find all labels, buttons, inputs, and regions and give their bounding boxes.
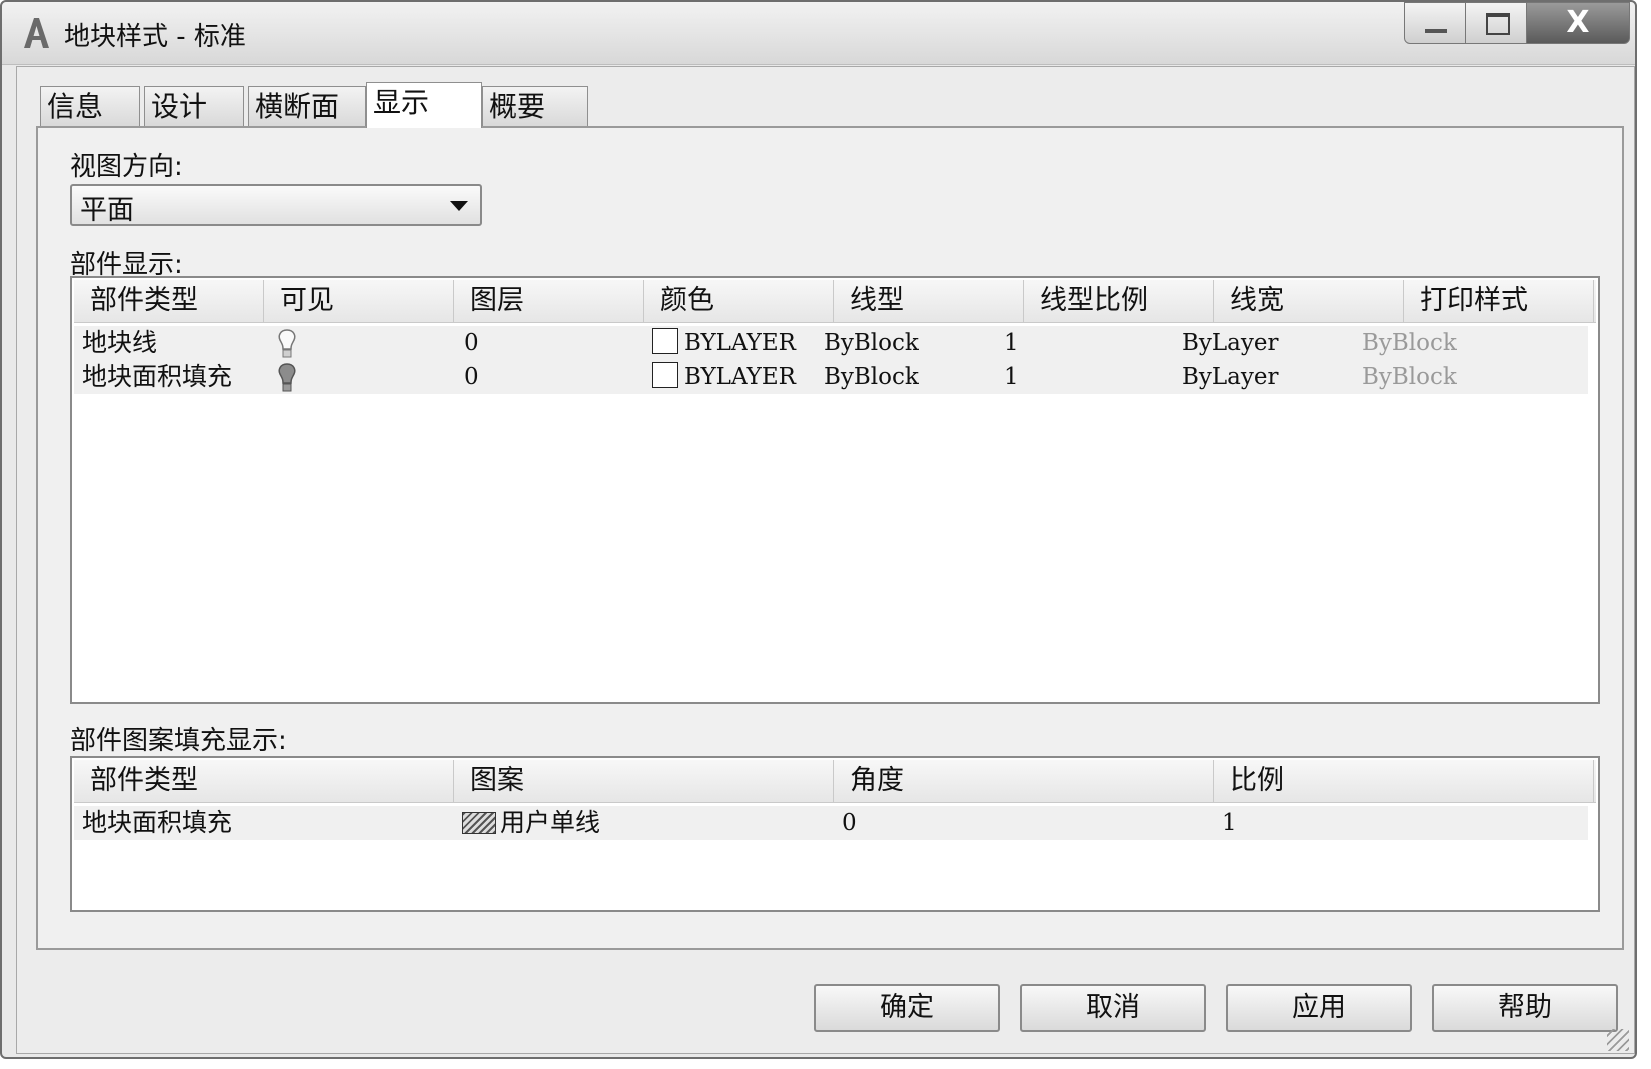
cell-color[interactable]: BYLAYER <box>652 360 796 394</box>
maximize-button[interactable] <box>1465 2 1527 44</box>
cell-plot-style: ByBlock <box>1362 330 1457 356</box>
col-header-angle[interactable]: 角度 <box>834 760 1214 802</box>
component-display-table: 部件类型 可见 图层 颜色 线型 线型比例 线宽 打印样式 地块线 0 BYLA… <box>70 276 1600 704</box>
title-bar[interactable]: 地块样式 - 标准 <box>2 2 1635 65</box>
cell-component-type: 地块线 <box>82 328 158 357</box>
cell-linetype[interactable]: ByBlock <box>824 326 919 360</box>
col-header-scale[interactable]: 比例 <box>1214 760 1594 802</box>
tab-display[interactable]: 显示 <box>366 82 482 128</box>
cell-plot-style: ByBlock <box>1362 364 1457 390</box>
col-header-component-type[interactable]: 部件类型 <box>74 280 264 322</box>
dialog-window: 地块样式 - 标准 X 信息 设计 横断面 显示 概要 视图方向: 平面 部件显… <box>0 0 1637 1059</box>
col-header-plot-style[interactable]: 打印样式 <box>1404 280 1594 322</box>
view-direction-select[interactable]: 平面 <box>70 184 482 226</box>
col-header-pattern[interactable]: 图案 <box>454 760 834 802</box>
cell-scale[interactable]: 1 <box>1222 806 1237 840</box>
window-title: 地块样式 - 标准 <box>64 22 246 52</box>
cell-lineweight[interactable]: ByLayer <box>1182 360 1278 394</box>
table-row[interactable]: 地块面积填充 0 BYLAYER ByBlock 1 ByLayer ByBlo… <box>74 360 1588 394</box>
tab-design[interactable]: 设计 <box>144 86 244 126</box>
apply-button[interactable]: 应用 <box>1226 984 1412 1032</box>
cancel-button[interactable]: 取消 <box>1020 984 1206 1032</box>
cell-linetype[interactable]: ByBlock <box>824 360 919 394</box>
cell-pattern[interactable]: 用户单线 <box>462 806 600 840</box>
cell-linetype-scale[interactable]: 1 <box>1004 360 1019 394</box>
table-header: 部件类型 可见 图层 颜色 线型 线型比例 线宽 打印样式 <box>74 280 1596 323</box>
cell-layer: 0 <box>464 364 479 390</box>
close-button[interactable]: X <box>1526 2 1630 44</box>
resize-grip-icon[interactable] <box>1607 1029 1629 1051</box>
cell-color[interactable]: BYLAYER <box>652 326 796 360</box>
col-header-layer[interactable]: 图层 <box>454 280 644 322</box>
col-header-visible[interactable]: 可见 <box>264 280 454 322</box>
table-row[interactable]: 地块面积填充 用户单线 0 1 <box>74 806 1588 840</box>
hatch-display-label: 部件图案填充显示: <box>70 726 287 756</box>
ok-button[interactable]: 确定 <box>814 984 1000 1032</box>
autocad-app-icon <box>24 18 49 48</box>
chevron-down-icon[interactable] <box>450 201 468 211</box>
col-header-linetype-scale[interactable]: 线型比例 <box>1024 280 1214 322</box>
cell-linetype-scale[interactable]: 1 <box>1004 326 1019 360</box>
hatch-pattern-icon <box>462 812 496 834</box>
cell-angle[interactable]: 0 <box>842 806 857 840</box>
cell-layer: 0 <box>464 330 479 356</box>
tab-summary[interactable]: 概要 <box>482 86 588 126</box>
tab-info[interactable]: 信息 <box>40 86 140 126</box>
help-button[interactable]: 帮助 <box>1432 984 1618 1032</box>
table-row[interactable]: 地块线 0 BYLAYER ByBlock 1 ByLayer ByBlock <box>74 326 1588 360</box>
hatch-display-table: 部件类型 图案 角度 比例 地块面积填充 用户单线 0 1 <box>70 756 1600 912</box>
col-header-linetype[interactable]: 线型 <box>834 280 1024 322</box>
col-header-component-type[interactable]: 部件类型 <box>74 760 454 802</box>
col-header-color[interactable]: 颜色 <box>644 280 834 322</box>
tab-cross-section[interactable]: 横断面 <box>248 86 366 126</box>
view-direction-value: 平面 <box>80 195 134 226</box>
view-direction-label: 视图方向: <box>70 152 183 182</box>
cell-component-type: 地块面积填充 <box>82 362 233 391</box>
lightbulb-off-icon[interactable] <box>276 362 298 394</box>
col-header-lineweight[interactable]: 线宽 <box>1214 280 1404 322</box>
color-swatch <box>652 362 678 388</box>
cell-lineweight[interactable]: ByLayer <box>1182 326 1278 360</box>
table-header: 部件类型 图案 角度 比例 <box>74 760 1596 803</box>
close-icon: X <box>1566 5 1590 40</box>
lightbulb-on-icon[interactable] <box>276 328 298 360</box>
color-swatch <box>652 328 678 354</box>
minimize-button[interactable] <box>1404 2 1466 44</box>
cell-component-type: 地块面积填充 <box>82 808 233 837</box>
